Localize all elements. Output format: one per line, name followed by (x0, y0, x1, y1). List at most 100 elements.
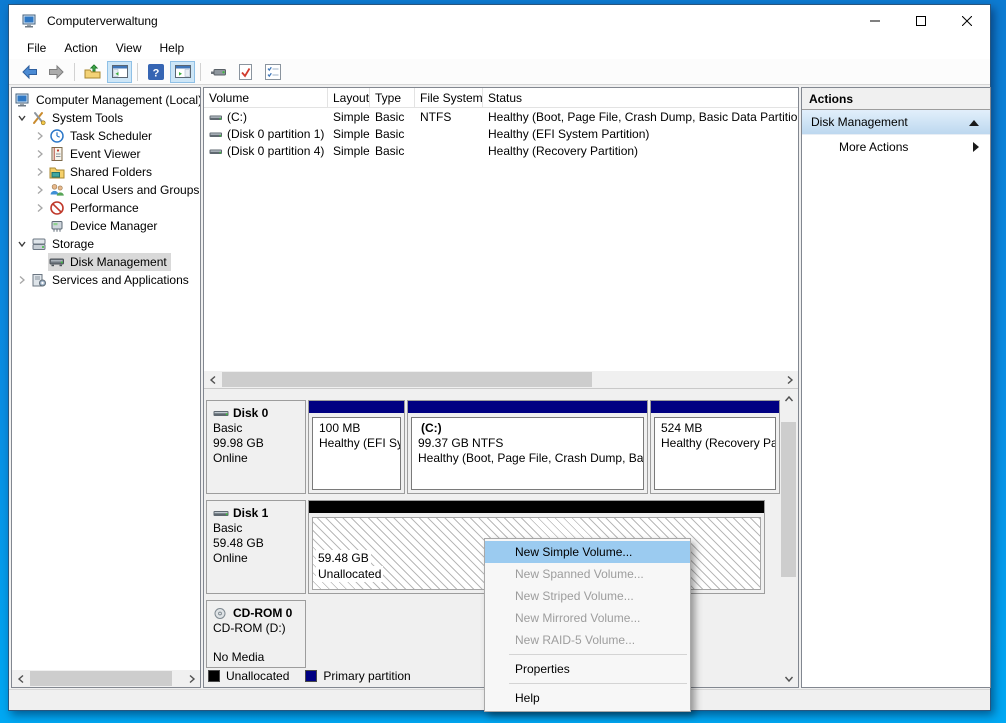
disk-size: 59.48 GB (213, 536, 299, 551)
menu-item-new-raid5-volume: New RAID-5 Volume... (485, 629, 690, 651)
column-header-layout[interactable]: Layout (328, 88, 370, 107)
tree-item-services-and-applications[interactable]: Services and Applications (12, 271, 200, 289)
scrollbar-thumb[interactable] (222, 372, 592, 387)
tree-item-shared-folders[interactable]: Shared Folders (12, 163, 200, 181)
up-one-level-button[interactable] (80, 61, 105, 83)
menu-help[interactable]: Help (151, 38, 194, 58)
cdrom-label-panel[interactable]: CD-ROM 0 CD-ROM (D:) No Media (206, 600, 306, 668)
disk-state: Online (213, 551, 299, 566)
tree-item-label: Disk Management (70, 255, 167, 269)
disk-context-menu: New Simple Volume... New Spanned Volume.… (484, 538, 691, 712)
system-tools-icon (31, 110, 47, 126)
disk-type: CD-ROM (D:) (213, 621, 299, 636)
column-header-volume[interactable]: Volume (204, 88, 328, 107)
volume-row-partition4[interactable]: (Disk 0 partition 4) Simple Basic Health… (204, 142, 798, 159)
minimize-button[interactable] (852, 5, 898, 37)
back-button[interactable] (17, 61, 42, 83)
maximize-button[interactable] (898, 5, 944, 37)
scroll-right-button[interactable] (781, 371, 798, 388)
disk1-label-panel[interactable]: Disk 1 Basic 59.48 GB Online (206, 500, 306, 594)
legend-unallocated-label: Unallocated (226, 669, 289, 683)
actions-group-disk-management[interactable]: Disk Management (802, 110, 990, 135)
submenu-caret-icon (973, 142, 979, 152)
tree-item-task-scheduler[interactable]: Task Scheduler (12, 127, 200, 145)
menu-item-help[interactable]: Help (485, 687, 690, 709)
task-list-button[interactable] (260, 61, 285, 83)
tree-item-performance[interactable]: Performance (12, 199, 200, 217)
menu-bar: File Action View Help (9, 37, 990, 59)
volume-disk-icon (209, 112, 223, 122)
unallocated-size: 59.48 GB (316, 550, 371, 566)
scroll-left-button[interactable] (204, 371, 221, 388)
unallocated-bar (309, 501, 764, 513)
chevron-expanded-icon[interactable] (14, 238, 30, 250)
chevron-collapsed-icon[interactable] (32, 202, 48, 214)
more-actions-item[interactable]: More Actions (802, 135, 990, 159)
partition-status: Healthy (Boot, Page File, Crash Dump, Ba… (418, 451, 637, 466)
column-header-status[interactable]: Status (483, 88, 798, 107)
tree-item-local-users-and-groups[interactable]: Local Users and Groups (12, 181, 200, 199)
tree-item-computer-management[interactable]: Computer Management (Local) (12, 91, 200, 109)
partition-size: 100 MB (319, 421, 394, 436)
check-mark-doc-button[interactable] (233, 61, 258, 83)
chevron-collapsed-icon[interactable] (32, 166, 48, 178)
partition-size: 524 MB (661, 421, 769, 436)
scroll-left-icon (209, 375, 217, 385)
graphical-view-vertical-scrollbar[interactable] (780, 390, 797, 687)
volume-disk-icon (209, 146, 223, 156)
chevron-collapsed-icon[interactable] (32, 184, 48, 196)
menu-action[interactable]: Action (55, 38, 106, 58)
scroll-down-button[interactable] (780, 670, 797, 687)
chevron-collapsed-icon[interactable] (32, 130, 48, 142)
volume-row-c[interactable]: (C:) Simple Basic NTFS Healthy (Boot, Pa… (204, 108, 798, 125)
tree-item-system-tools[interactable]: System Tools (12, 109, 200, 127)
tree-item-device-manager[interactable]: Device Manager (12, 217, 200, 235)
back-arrow-icon (21, 64, 38, 80)
partition-legend: Unallocated Primary partition (208, 668, 411, 684)
disk0-partition-recovery[interactable]: 524 MB Healthy (Recovery Par (650, 400, 780, 494)
disk0-partition-efi[interactable]: 100 MB Healthy (EFI Sys (308, 400, 405, 494)
menu-item-properties[interactable]: Properties (485, 658, 690, 680)
partition-status: Healthy (Recovery Par (661, 436, 769, 451)
tree-item-disk-management[interactable]: Disk Management (12, 253, 200, 271)
actions-pane: Actions Disk Management More Actions (801, 87, 991, 688)
chevron-collapsed-icon[interactable] (32, 148, 48, 160)
show-hide-action-pane-button[interactable] (170, 61, 195, 83)
disk0-row: Disk 0 Basic 99.98 GB Online 100 MB Heal… (206, 400, 782, 494)
volume-list-header: Volume Layout Type File System Status (204, 88, 798, 108)
chevron-expanded-icon[interactable] (14, 112, 30, 124)
show-hide-console-tree-button[interactable] (107, 61, 132, 83)
chevron-collapsed-icon[interactable] (14, 274, 30, 286)
scrollbar-thumb[interactable] (30, 671, 172, 686)
tree-item-storage[interactable]: Storage (12, 235, 200, 253)
menu-file[interactable]: File (18, 38, 55, 58)
tree-horizontal-scrollbar[interactable] (12, 670, 200, 687)
tree-item-label: Local Users and Groups (70, 183, 199, 197)
column-header-file-system[interactable]: File System (415, 88, 483, 107)
scroll-right-button[interactable] (183, 670, 200, 687)
collapse-caret-icon[interactable] (969, 120, 979, 126)
disk0-partition-c[interactable]: (C:) 99.37 GB NTFS Healthy (Boot, Page F… (407, 400, 648, 494)
title-bar[interactable]: Computerverwaltung (9, 5, 990, 37)
menu-item-new-simple-volume[interactable]: New Simple Volume... (485, 541, 690, 563)
disk-properties-button[interactable] (206, 61, 231, 83)
close-button[interactable] (944, 5, 990, 37)
column-header-type[interactable]: Type (370, 88, 415, 107)
close-icon (962, 16, 972, 26)
scrollbar-thumb[interactable] (781, 422, 796, 577)
menu-view[interactable]: View (107, 38, 151, 58)
tree-item-label: Performance (70, 201, 139, 215)
scroll-left-button[interactable] (12, 670, 29, 687)
scroll-up-button[interactable] (780, 390, 797, 407)
tree-item-event-viewer[interactable]: Event Viewer (12, 145, 200, 163)
help-button[interactable]: ? (143, 61, 168, 83)
volume-row-partition1[interactable]: (Disk 0 partition 1) Simple Basic Health… (204, 125, 798, 142)
volume-file-system: NTFS (415, 110, 483, 124)
forward-button[interactable] (44, 61, 69, 83)
menu-item-new-spanned-volume: New Spanned Volume... (485, 563, 690, 585)
shared-folders-icon (49, 164, 65, 180)
event-viewer-icon (49, 146, 65, 162)
volume-layout: Simple (328, 127, 370, 141)
disk0-label-panel[interactable]: Disk 0 Basic 99.98 GB Online (206, 400, 306, 494)
volume-list-horizontal-scrollbar[interactable] (204, 371, 798, 389)
